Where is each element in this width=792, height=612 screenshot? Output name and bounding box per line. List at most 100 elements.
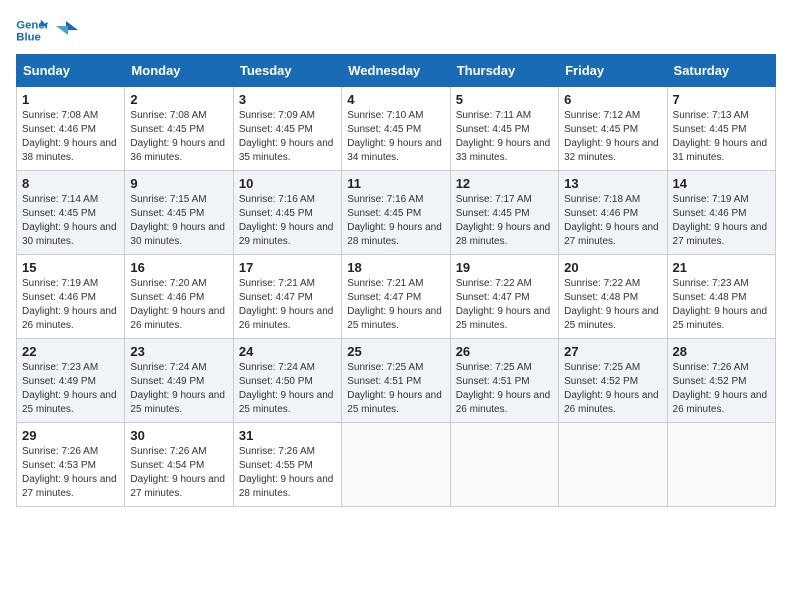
page-container: General Blue: [16, 16, 776, 507]
logo: General Blue: [16, 16, 78, 44]
day-number: 29: [22, 428, 119, 443]
calendar-cell: 1 Sunrise: 7:08 AMSunset: 4:46 PMDayligh…: [17, 87, 125, 171]
calendar-week-row: 8 Sunrise: 7:14 AMSunset: 4:45 PMDayligh…: [17, 171, 776, 255]
calendar-header-wednesday: Wednesday: [342, 55, 450, 87]
calendar-table: SundayMondayTuesdayWednesdayThursdayFrid…: [16, 54, 776, 507]
day-number: 16: [130, 260, 227, 275]
calendar-cell: 5 Sunrise: 7:11 AMSunset: 4:45 PMDayligh…: [450, 87, 558, 171]
day-info: Sunrise: 7:14 AMSunset: 4:45 PMDaylight:…: [22, 193, 119, 249]
day-number: 3: [239, 92, 336, 107]
calendar-header-row: SundayMondayTuesdayWednesdayThursdayFrid…: [17, 55, 776, 87]
day-info: Sunrise: 7:15 AMSunset: 4:45 PMDaylight:…: [130, 193, 227, 249]
day-number: 27: [564, 344, 661, 359]
day-info: Sunrise: 7:24 AMSunset: 4:49 PMDaylight:…: [130, 361, 227, 417]
day-number: 31: [239, 428, 336, 443]
svg-text:Blue: Blue: [16, 32, 41, 44]
calendar-cell: 13 Sunrise: 7:18 AMSunset: 4:46 PMDaylig…: [559, 171, 667, 255]
day-number: 30: [130, 428, 227, 443]
day-info: Sunrise: 7:26 AMSunset: 4:53 PMDaylight:…: [22, 445, 119, 501]
day-info: Sunrise: 7:21 AMSunset: 4:47 PMDaylight:…: [239, 277, 336, 333]
day-info: Sunrise: 7:18 AMSunset: 4:46 PMDaylight:…: [564, 193, 661, 249]
day-number: 8: [22, 176, 119, 191]
day-info: Sunrise: 7:22 AMSunset: 4:48 PMDaylight:…: [564, 277, 661, 333]
calendar-header-friday: Friday: [559, 55, 667, 87]
calendar-cell: 27 Sunrise: 7:25 AMSunset: 4:52 PMDaylig…: [559, 339, 667, 423]
logo-icon: General Blue: [16, 16, 48, 44]
calendar-cell: 3 Sunrise: 7:09 AMSunset: 4:45 PMDayligh…: [233, 87, 341, 171]
day-number: 1: [22, 92, 119, 107]
calendar-cell: 18 Sunrise: 7:21 AMSunset: 4:47 PMDaylig…: [342, 255, 450, 339]
day-info: Sunrise: 7:23 AMSunset: 4:48 PMDaylight:…: [673, 277, 770, 333]
day-info: Sunrise: 7:11 AMSunset: 4:45 PMDaylight:…: [456, 109, 553, 165]
calendar-cell: 9 Sunrise: 7:15 AMSunset: 4:45 PMDayligh…: [125, 171, 233, 255]
day-number: 13: [564, 176, 661, 191]
day-info: Sunrise: 7:25 AMSunset: 4:51 PMDaylight:…: [347, 361, 444, 417]
day-info: Sunrise: 7:21 AMSunset: 4:47 PMDaylight:…: [347, 277, 444, 333]
day-number: 4: [347, 92, 444, 107]
calendar-cell: 24 Sunrise: 7:24 AMSunset: 4:50 PMDaylig…: [233, 339, 341, 423]
day-number: 26: [456, 344, 553, 359]
day-number: 5: [456, 92, 553, 107]
calendar-cell: 2 Sunrise: 7:08 AMSunset: 4:45 PMDayligh…: [125, 87, 233, 171]
day-info: Sunrise: 7:26 AMSunset: 4:54 PMDaylight:…: [130, 445, 227, 501]
day-number: 23: [130, 344, 227, 359]
day-info: Sunrise: 7:13 AMSunset: 4:45 PMDaylight:…: [673, 109, 770, 165]
day-info: Sunrise: 7:12 AMSunset: 4:45 PMDaylight:…: [564, 109, 661, 165]
day-info: Sunrise: 7:08 AMSunset: 4:45 PMDaylight:…: [130, 109, 227, 165]
day-info: Sunrise: 7:26 AMSunset: 4:52 PMDaylight:…: [673, 361, 770, 417]
day-info: Sunrise: 7:16 AMSunset: 4:45 PMDaylight:…: [239, 193, 336, 249]
calendar-header-sunday: Sunday: [17, 55, 125, 87]
day-number: 17: [239, 260, 336, 275]
day-info: Sunrise: 7:16 AMSunset: 4:45 PMDaylight:…: [347, 193, 444, 249]
day-number: 2: [130, 92, 227, 107]
day-number: 9: [130, 176, 227, 191]
calendar-cell: 20 Sunrise: 7:22 AMSunset: 4:48 PMDaylig…: [559, 255, 667, 339]
day-number: 15: [22, 260, 119, 275]
day-number: 24: [239, 344, 336, 359]
calendar-cell: 8 Sunrise: 7:14 AMSunset: 4:45 PMDayligh…: [17, 171, 125, 255]
calendar-cell: [667, 423, 775, 507]
calendar-cell: 6 Sunrise: 7:12 AMSunset: 4:45 PMDayligh…: [559, 87, 667, 171]
day-number: 18: [347, 260, 444, 275]
calendar-cell: 7 Sunrise: 7:13 AMSunset: 4:45 PMDayligh…: [667, 87, 775, 171]
calendar-cell: 14 Sunrise: 7:19 AMSunset: 4:46 PMDaylig…: [667, 171, 775, 255]
logo-arrow-icon: [56, 21, 78, 39]
calendar-cell: 25 Sunrise: 7:25 AMSunset: 4:51 PMDaylig…: [342, 339, 450, 423]
day-info: Sunrise: 7:09 AMSunset: 4:45 PMDaylight:…: [239, 109, 336, 165]
calendar-cell: 11 Sunrise: 7:16 AMSunset: 4:45 PMDaylig…: [342, 171, 450, 255]
calendar-cell: [342, 423, 450, 507]
day-number: 6: [564, 92, 661, 107]
day-number: 10: [239, 176, 336, 191]
calendar-cell: 30 Sunrise: 7:26 AMSunset: 4:54 PMDaylig…: [125, 423, 233, 507]
calendar-week-row: 15 Sunrise: 7:19 AMSunset: 4:46 PMDaylig…: [17, 255, 776, 339]
calendar-cell: 10 Sunrise: 7:16 AMSunset: 4:45 PMDaylig…: [233, 171, 341, 255]
calendar-cell: 23 Sunrise: 7:24 AMSunset: 4:49 PMDaylig…: [125, 339, 233, 423]
day-info: Sunrise: 7:25 AMSunset: 4:52 PMDaylight:…: [564, 361, 661, 417]
day-number: 28: [673, 344, 770, 359]
calendar-cell: [450, 423, 558, 507]
day-info: Sunrise: 7:23 AMSunset: 4:49 PMDaylight:…: [22, 361, 119, 417]
calendar-header-saturday: Saturday: [667, 55, 775, 87]
calendar-cell: 28 Sunrise: 7:26 AMSunset: 4:52 PMDaylig…: [667, 339, 775, 423]
calendar-cell: 22 Sunrise: 7:23 AMSunset: 4:49 PMDaylig…: [17, 339, 125, 423]
calendar-cell: 4 Sunrise: 7:10 AMSunset: 4:45 PMDayligh…: [342, 87, 450, 171]
day-number: 21: [673, 260, 770, 275]
day-info: Sunrise: 7:22 AMSunset: 4:47 PMDaylight:…: [456, 277, 553, 333]
day-number: 7: [673, 92, 770, 107]
day-info: Sunrise: 7:26 AMSunset: 4:55 PMDaylight:…: [239, 445, 336, 501]
day-info: Sunrise: 7:25 AMSunset: 4:51 PMDaylight:…: [456, 361, 553, 417]
calendar-cell: 17 Sunrise: 7:21 AMSunset: 4:47 PMDaylig…: [233, 255, 341, 339]
day-info: Sunrise: 7:10 AMSunset: 4:45 PMDaylight:…: [347, 109, 444, 165]
calendar-week-row: 22 Sunrise: 7:23 AMSunset: 4:49 PMDaylig…: [17, 339, 776, 423]
calendar-header-thursday: Thursday: [450, 55, 558, 87]
calendar-cell: [559, 423, 667, 507]
day-info: Sunrise: 7:17 AMSunset: 4:45 PMDaylight:…: [456, 193, 553, 249]
day-number: 11: [347, 176, 444, 191]
day-info: Sunrise: 7:08 AMSunset: 4:46 PMDaylight:…: [22, 109, 119, 165]
calendar-cell: 26 Sunrise: 7:25 AMSunset: 4:51 PMDaylig…: [450, 339, 558, 423]
calendar-cell: 21 Sunrise: 7:23 AMSunset: 4:48 PMDaylig…: [667, 255, 775, 339]
calendar-header-tuesday: Tuesday: [233, 55, 341, 87]
day-number: 12: [456, 176, 553, 191]
day-number: 19: [456, 260, 553, 275]
day-info: Sunrise: 7:20 AMSunset: 4:46 PMDaylight:…: [130, 277, 227, 333]
